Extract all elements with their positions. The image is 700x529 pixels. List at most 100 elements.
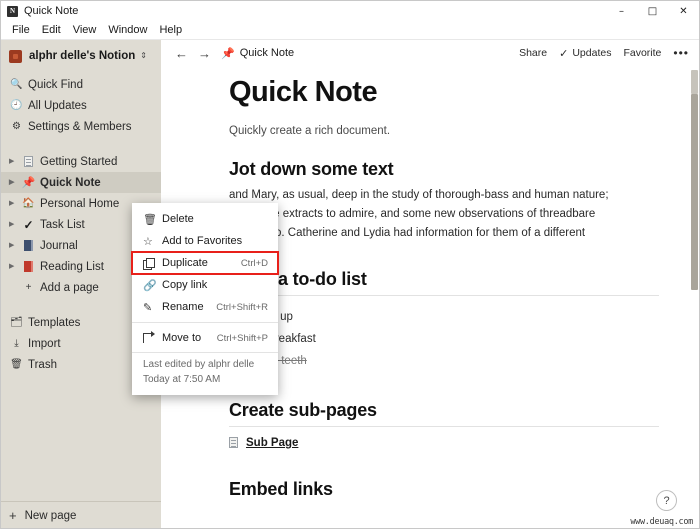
context-menu-item-duplicate[interactable]: Duplicate Ctrl+D [131,251,279,275]
forward-button[interactable]: → [198,46,211,61]
context-menu-item-label: Rename [162,301,204,313]
red-book-icon [21,261,36,272]
more-options-icon[interactable]: ••• [673,47,689,59]
expand-arrow-icon[interactable]: ▶ [9,263,21,270]
sidebar-item-label: Settings & Members [28,120,132,133]
app-window: N Quick Note – □ ✕ File Edit View Window… [0,0,700,529]
heading-embed-links[interactable]: Embed links [229,479,659,500]
document-icon [21,156,36,167]
paragraph-line: to listen to. Catherine and Lydia had in… [229,226,586,239]
expand-arrow-icon[interactable]: ▶ [9,158,21,165]
context-menu-item-label: Delete [162,213,194,225]
paragraph-block[interactable]: and Mary, as usual, deep in the study of… [229,186,659,243]
context-menu-item-rename[interactable]: ✎ Rename Ctrl+Shift+R [132,296,278,318]
new-page-label: New page [24,509,77,522]
sidebar-item-label: Add a page [40,281,99,294]
menu-window[interactable]: Window [102,22,153,38]
gear-icon: ⚙ [12,121,21,132]
sub-page-link[interactable]: Sub Page [229,437,659,449]
sidebar-item-settings-members[interactable]: ⚙ Settings & Members [1,116,161,137]
last-edited-at: Today at 7:50 AM [143,373,221,385]
paragraph-line: and Mary, as usual, deep in the study of… [229,189,609,201]
menu-help[interactable]: Help [153,22,188,38]
pin-icon: 📌 [21,177,36,189]
expand-arrow-icon[interactable]: ▶ [9,200,21,207]
context-menu-footer: Last edited by alphr delle Today at 7:50… [132,352,278,395]
link-icon: 🔗 [143,279,157,292]
watermark: www.deuaq.com [630,517,693,527]
sidebar-item-label: All Updates [28,99,87,112]
page-subtitle[interactable]: Quickly create a rich document. [229,125,659,137]
workspace-avatar-icon [9,49,22,63]
todo-item[interactable]: Eat breakfast [229,328,659,350]
sidebar-item-label: Task List [40,218,85,231]
search-icon: 🔍 [10,79,23,90]
breadcrumb[interactable]: Quick Note [240,47,294,59]
trash-icon: 🗑 [10,359,23,370]
main-scrollbar[interactable] [690,66,699,528]
share-button[interactable]: Share [519,47,547,59]
sidebar-quick-actions: 🔍 Quick Find 🕘 All Updates ⚙ Settings & … [1,74,161,137]
duplicate-icon [143,257,159,270]
window-title: Quick Note [24,5,79,17]
minimize-button[interactable]: – [606,1,637,21]
scrollbar-track-segment [691,70,698,94]
check-icon: ✓ [559,47,569,60]
scrollbar-thumb[interactable] [691,94,698,290]
sidebar-item-quick-find[interactable]: 🔍 Quick Find [1,74,161,95]
sidebar-item-label: Reading List [40,260,104,273]
page-title[interactable]: Quick Note [229,76,659,109]
menu-file[interactable]: File [6,22,36,38]
sidebar-item-quick-note[interactable]: ▶ 📌 Quick Note [1,172,161,193]
new-page-button[interactable]: + New page [1,501,161,528]
expand-arrow-icon[interactable]: ▶ [9,179,21,186]
workspace-switcher[interactable]: alphr delle's Notion ⇕ [1,42,161,70]
heading-jot-down-some-text[interactable]: Jot down some text [229,159,659,180]
updates-label: Updates [572,47,612,59]
context-menu-item-shortcut: Ctrl+D [240,257,268,269]
context-menu-item-move-to[interactable]: Move to Ctrl+Shift+P [132,327,278,349]
context-menu-item-shortcut: Ctrl+Shift+R [216,301,268,313]
favorite-button[interactable]: Favorite [623,47,661,59]
expand-arrow-icon[interactable]: ▶ [9,242,21,249]
context-menu-item-label: Add to Favorites [162,235,243,247]
maximize-button[interactable]: □ [637,1,668,21]
sidebar-item-getting-started[interactable]: ▶ Getting Started [1,151,161,172]
page-toolbar: ← → 📌 Quick Note Share ✓ Updates Favorit… [161,40,699,66]
sidebar-item-all-updates[interactable]: 🕘 All Updates [1,95,161,116]
menu-view[interactable]: View [67,22,103,38]
move-to-icon [143,331,159,343]
todo-list: Wake up Eat breakfast Brush teeth [229,306,659,372]
star-icon: ☆ [143,235,153,248]
heading-make-a-todo-list[interactable]: Make a to-do list [229,269,659,296]
window-controls: – □ ✕ [606,1,699,21]
close-button[interactable]: ✕ [668,1,699,21]
context-menu-item-copy-link[interactable]: 🔗 Copy link [132,274,278,296]
context-menu-item-delete[interactable]: 🗑 Delete [132,208,278,230]
sidebar-item-label: Quick Find [28,78,83,91]
context-menu-item-add-to-favorites[interactable]: ☆ Add to Favorites [132,230,278,252]
help-button[interactable]: ? [656,490,677,511]
rename-icon: ✎ [143,301,153,314]
todo-item[interactable]: Brush teeth [229,350,659,372]
menu-bar: File Edit View Window Help [1,21,699,40]
last-edited-by: Last edited by alphr delle [143,359,255,370]
workspace-name: alphr delle's Notion [29,50,136,62]
context-menu-item-label: Move to [162,332,202,344]
menu-edit[interactable]: Edit [36,22,67,38]
clock-icon: 🕘 [10,100,23,111]
expand-arrow-icon[interactable]: ▶ [9,221,21,228]
templates-icon: 🗂 [10,317,23,328]
heading-create-sub-pages[interactable]: Create sub-pages [229,400,659,427]
back-button[interactable]: ← [175,46,188,61]
trash-icon: 🗑 [143,213,157,226]
notion-icon: N [7,5,18,17]
import-icon: ⤓ [14,338,19,349]
house-icon: 🏠 [22,198,35,209]
app-body: alphr delle's Notion ⇕ 🔍 Quick Find 🕘 Al… [1,40,699,528]
sub-page-label: Sub Page [246,436,299,449]
updates-button[interactable]: ✓ Updates [559,47,611,60]
todo-item[interactable]: Wake up [229,306,659,328]
page-actions: Share ✓ Updates Favorite ••• [519,47,689,60]
